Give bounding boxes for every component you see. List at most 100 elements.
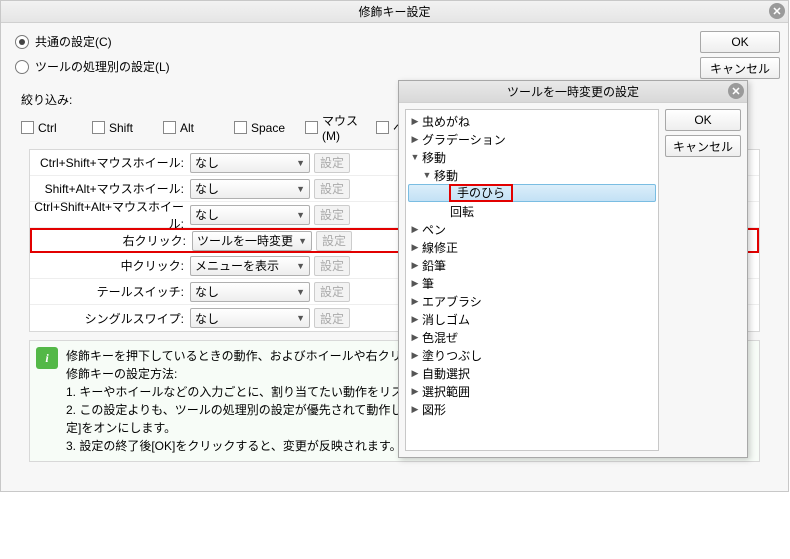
radio-label: 共通の設定(C) bbox=[35, 33, 112, 50]
checkbox-icon bbox=[92, 121, 105, 134]
expand-icon: ▶ bbox=[408, 116, 422, 127]
checkbox-icon bbox=[376, 121, 389, 134]
tree-item[interactable]: ▼移動 bbox=[408, 148, 656, 166]
check-label: Ctrl bbox=[38, 121, 86, 135]
tree-item[interactable]: ▼移動 bbox=[408, 166, 656, 184]
chevron-down-icon: ▼ bbox=[296, 184, 305, 194]
ok-button[interactable]: OK bbox=[700, 31, 780, 53]
check-label: Space bbox=[251, 121, 299, 135]
chevron-down-icon: ▼ bbox=[296, 313, 305, 323]
tree-label: ペン bbox=[422, 221, 446, 238]
dialog-title: 修飾キー設定 bbox=[358, 3, 430, 20]
checkbox-icon bbox=[163, 121, 176, 134]
filter-check[interactable]: マウス(M) bbox=[305, 112, 370, 143]
select-value: ツールを一時変更 bbox=[197, 232, 293, 249]
tool-tree[interactable]: ▶虫めがね▶グラデーション▼移動▼移動手のひら回転▶ペン▶線修正▶鉛筆▶筆▶エア… bbox=[405, 109, 659, 451]
ok-button[interactable]: OK bbox=[665, 109, 741, 131]
radio-icon bbox=[15, 60, 29, 74]
tree-item[interactable]: 手のひら bbox=[408, 184, 656, 202]
checkbox-icon bbox=[21, 121, 34, 134]
setting-button[interactable]: 設定 bbox=[314, 205, 350, 225]
cancel-button[interactable]: キャンセル bbox=[665, 135, 741, 157]
tree-label: 色混ぜ bbox=[422, 329, 458, 346]
tree-item[interactable]: 回転 bbox=[408, 202, 656, 220]
mapping-select[interactable]: なし ▼ bbox=[190, 205, 310, 225]
tree-item[interactable]: ▶筆 bbox=[408, 274, 656, 292]
mapping-select[interactable]: ツールを一時変更 ▼ bbox=[192, 231, 312, 251]
mapping-select[interactable]: なし▼ bbox=[190, 282, 310, 302]
tree-item[interactable]: ▶消しゴム bbox=[408, 310, 656, 328]
radio-common[interactable]: 共通の設定(C) bbox=[15, 33, 774, 50]
tree-label: 鉛筆 bbox=[422, 257, 446, 274]
tree-item[interactable]: ▶線修正 bbox=[408, 238, 656, 256]
mapping-label: Ctrl+Shift+Alt+マウスホイール: bbox=[30, 198, 190, 232]
expand-icon: ▶ bbox=[408, 386, 422, 397]
tree-item[interactable]: ▶選択範囲 bbox=[408, 382, 656, 400]
chevron-down-icon: ▼ bbox=[296, 210, 305, 220]
expand-icon: ▶ bbox=[408, 278, 422, 289]
mapping-select[interactable]: メニューを表示▼ bbox=[190, 256, 310, 276]
select-value: なし bbox=[195, 206, 219, 223]
checkbox-icon bbox=[234, 121, 247, 134]
mapping-select[interactable]: なし▼ bbox=[190, 153, 310, 173]
close-icon[interactable]: ✕ bbox=[769, 3, 785, 19]
tree-item[interactable]: ▶図形 bbox=[408, 400, 656, 418]
tree-label: 回転 bbox=[450, 203, 474, 220]
mapping-select[interactable]: なし▼ bbox=[190, 308, 310, 328]
expand-icon: ▶ bbox=[408, 260, 422, 271]
expand-icon: ▶ bbox=[408, 368, 422, 379]
setting-button[interactable]: 設定 bbox=[314, 256, 350, 276]
tree-item[interactable]: ▶ペン bbox=[408, 220, 656, 238]
filter-check[interactable]: Shift bbox=[92, 112, 157, 143]
tree-item[interactable]: ▶虫めがね bbox=[408, 112, 656, 130]
select-value: なし bbox=[195, 180, 219, 197]
popup-temp-tool-change: ツールを一時変更の設定 ✕ ▶虫めがね▶グラデーション▼移動▼移動手のひら回転▶… bbox=[398, 80, 748, 458]
popup-buttons: OK キャンセル bbox=[665, 109, 741, 451]
dialog-title-bar: 修飾キー設定 ✕ bbox=[1, 1, 788, 23]
mapping-label: テールスイッチ: bbox=[30, 283, 190, 300]
radio-group: 共通の設定(C) ツールの処理別の設定(L) bbox=[1, 33, 788, 75]
tree-label: 選択範囲 bbox=[422, 383, 470, 400]
tree-label: 消しゴム bbox=[422, 311, 470, 328]
cancel-button[interactable]: キャンセル bbox=[700, 57, 780, 79]
setting-button[interactable]: 設定 bbox=[314, 282, 350, 302]
checkbox-icon bbox=[305, 121, 318, 134]
mapping-label: 中クリック: bbox=[30, 257, 190, 274]
setting-button[interactable]: 設定 bbox=[316, 231, 352, 251]
tree-item[interactable]: ▶自動選択 bbox=[408, 364, 656, 382]
tree-item[interactable]: ▶色混ぜ bbox=[408, 328, 656, 346]
expand-icon: ▶ bbox=[408, 332, 422, 343]
tree-label: 虫めがね bbox=[422, 113, 470, 130]
setting-button[interactable]: 設定 bbox=[314, 153, 350, 173]
radio-pertool[interactable]: ツールの処理別の設定(L) bbox=[15, 58, 774, 75]
tree-label: 塗りつぶし bbox=[422, 347, 482, 364]
chevron-down-icon: ▼ bbox=[298, 236, 307, 246]
mapping-select[interactable]: なし ▼ bbox=[190, 179, 310, 199]
mapping-label: シングルスワイプ: bbox=[30, 310, 190, 327]
setting-button[interactable]: 設定 bbox=[314, 179, 350, 199]
tree-label: 線修正 bbox=[422, 239, 458, 256]
tree-item[interactable]: ▶鉛筆 bbox=[408, 256, 656, 274]
expand-icon: ▶ bbox=[408, 314, 422, 325]
popup-title-bar: ツールを一時変更の設定 ✕ bbox=[399, 81, 747, 103]
chevron-down-icon: ▼ bbox=[296, 158, 305, 168]
expand-icon: ▶ bbox=[408, 134, 422, 145]
setting-button[interactable]: 設定 bbox=[314, 308, 350, 328]
tree-label: グラデーション bbox=[422, 131, 506, 148]
select-value: メニューを表示 bbox=[195, 257, 279, 274]
tree-item[interactable]: ▶グラデーション bbox=[408, 130, 656, 148]
check-label: Shift bbox=[109, 121, 157, 135]
close-icon[interactable]: ✕ bbox=[728, 83, 744, 99]
filter-check[interactable]: Space bbox=[234, 112, 299, 143]
chevron-down-icon: ▼ bbox=[296, 287, 305, 297]
expand-icon: ▼ bbox=[420, 170, 434, 180]
tree-item[interactable]: ▶塗りつぶし bbox=[408, 346, 656, 364]
tree-label: 手のひら bbox=[449, 184, 513, 202]
popup-title: ツールを一時変更の設定 bbox=[507, 83, 639, 100]
tree-item[interactable]: ▶エアブラシ bbox=[408, 292, 656, 310]
tree-label: 筆 bbox=[422, 275, 434, 292]
filter-check[interactable]: Ctrl bbox=[21, 112, 86, 143]
filter-check[interactable]: Alt bbox=[163, 112, 228, 143]
info-icon: i bbox=[36, 347, 58, 369]
expand-icon: ▶ bbox=[408, 404, 422, 415]
